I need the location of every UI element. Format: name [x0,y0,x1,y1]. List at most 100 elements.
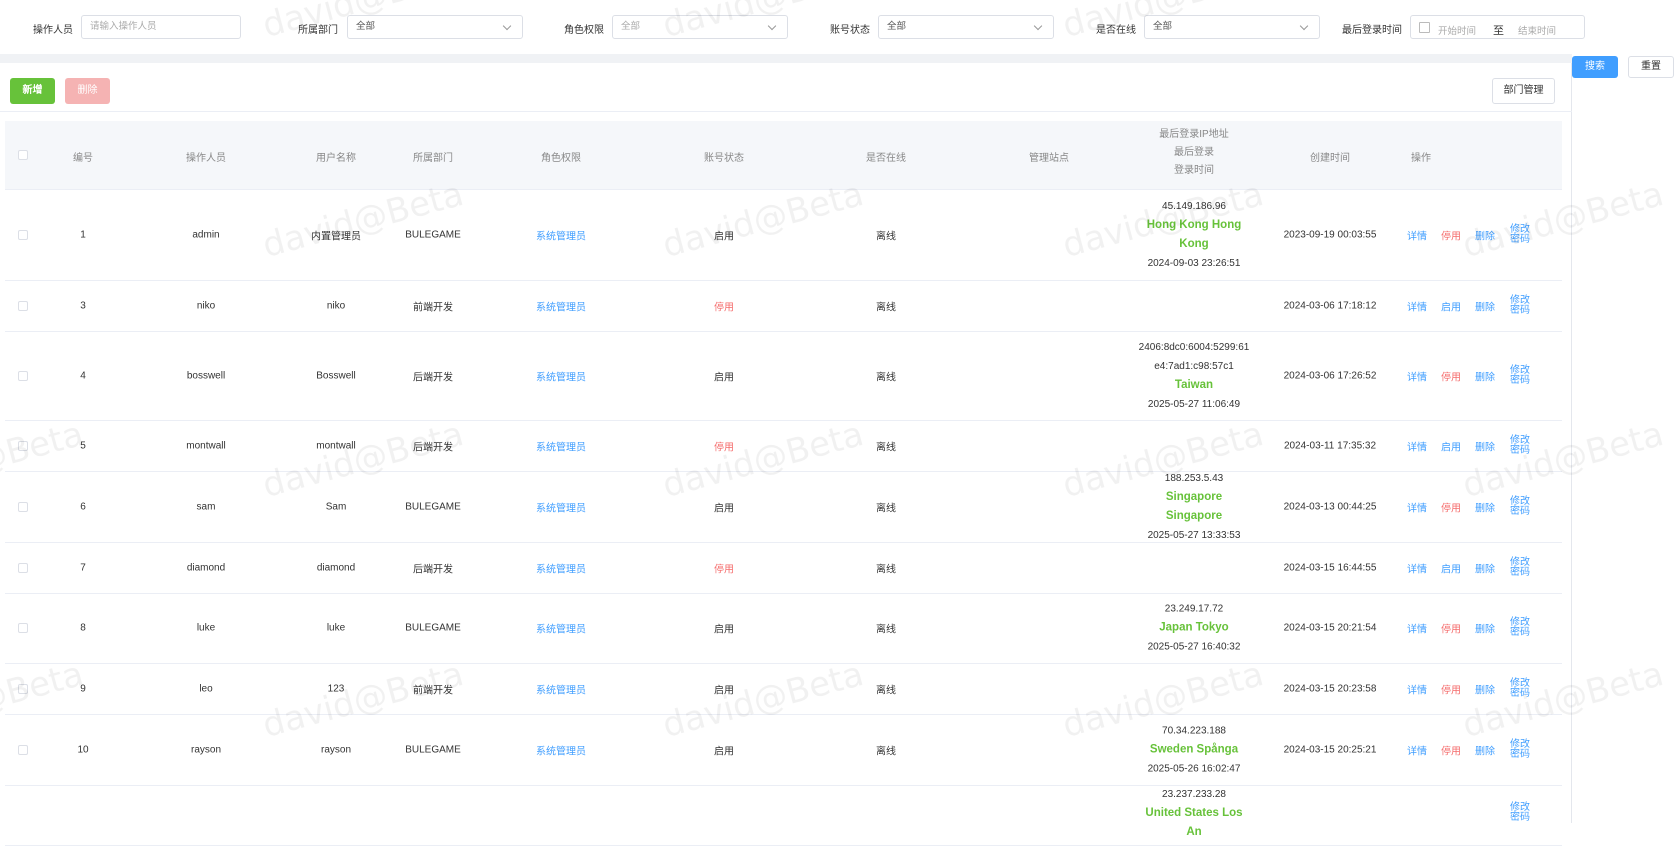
login-ip: 2406:8dc0:6004:5299:61 [1138,341,1250,353]
role-filter-label: 角色权限 [564,25,604,36]
cell-department: BULEGAME [405,501,461,512]
status-filter-label: 账号状态 [830,25,870,36]
cell-created: 2024-03-15 20:21:54 [1283,622,1377,634]
login-ip: 45.149.186.96 [1162,201,1226,212]
detail-link[interactable]: 详情 [1407,621,1427,636]
change-password-link[interactable]: 修改密码 [1510,365,1532,386]
change-password-link[interactable]: 修改密码 [1510,225,1532,245]
cell-role[interactable]: 系统管理员 [536,298,586,313]
last-login-date-range[interactable]: 开始时间 至 结束时间 [1410,15,1585,39]
row-checkbox[interactable] [18,501,28,512]
col-id: 编号 [73,153,93,164]
change-password-link[interactable]: 修改密码 [1510,557,1532,578]
cell-role[interactable]: 系统管理员 [536,742,586,757]
change-password-link[interactable]: 修改密码 [1510,739,1532,760]
delete-link[interactable]: 删除 [1475,742,1495,757]
delete-link[interactable]: 删除 [1475,298,1495,313]
change-password-link[interactable]: 修改密码 [1510,803,1532,823]
role-select[interactable]: 全部 [612,15,788,39]
login-location: Singapore Singapore [1165,490,1223,522]
cell-last-login: 23.237.233.28 United States Los An [1139,785,1249,842]
col-username: 用户名称 [316,153,356,164]
row-checkbox[interactable] [18,744,28,755]
detail-link[interactable]: 详情 [1407,298,1427,313]
cell-id: 8 [80,622,86,634]
cell-status: 启用 [714,624,734,636]
row-checkbox[interactable] [18,370,28,381]
delete-link[interactable]: 删除 [1475,438,1495,453]
department-select[interactable]: 全部 [347,15,523,39]
row-checkbox[interactable] [18,683,28,694]
login-location: Hong Kong Hong Kong [1146,219,1242,250]
cell-role[interactable]: 系统管理员 [536,621,586,636]
batch-delete-button[interactable]: 删除 [65,78,110,104]
cell-last-login: 23.249.17.72 Japan Tokyo 2025-05-27 16:40:… [1139,600,1249,657]
change-password-link[interactable]: 修改密码 [1510,618,1532,638]
start-date-input[interactable]: 开始时间 [1438,21,1476,43]
online-select[interactable]: 全部 [1144,15,1320,39]
row-checkbox[interactable] [18,230,28,240]
cell-created: 2024-03-06 17:26:52 [1283,370,1377,381]
login-ip: 70.34.223.188 [1162,725,1226,736]
col-status: 账号状态 [704,153,744,164]
delete-link[interactable]: 删除 [1475,681,1495,696]
department-manage-button[interactable]: 部门管理 [1492,78,1555,104]
end-date-input[interactable]: 结束时间 [1518,21,1556,43]
change-password-link[interactable]: 修改密码 [1510,496,1532,517]
row-checkbox[interactable] [18,440,28,451]
cell-role[interactable]: 系统管理员 [536,560,586,575]
cell-online: 离线 [876,442,896,453]
operator-search-input[interactable]: 请输入操作人员 [81,15,241,39]
cell-created: 2023-09-19 00:03:55 [1283,229,1377,241]
delete-link[interactable]: 删除 [1475,228,1495,243]
row-checkbox[interactable] [18,623,28,633]
detail-link[interactable]: 详情 [1407,499,1427,514]
cell-role[interactable]: 系统管理员 [536,499,586,514]
cell-role[interactable]: 系统管理员 [536,368,586,383]
cell-online: 离线 [876,302,896,313]
enable-link[interactable]: 启用 [1441,438,1461,453]
reset-button[interactable]: 重置 [1628,56,1674,78]
detail-link[interactable]: 详情 [1407,438,1427,453]
disable-link[interactable]: 停用 [1441,499,1461,514]
table-row: 6 sam Sam BULEGAME 系统管理员 启用 离线 2024-03-13 00:44… [5,471,1562,543]
detail-link[interactable]: 详情 [1407,560,1427,575]
detail-link[interactable]: 详情 [1407,228,1427,243]
cell-online: 离线 [876,624,896,636]
cell-id: 3 [80,300,86,311]
enable-link[interactable]: 启用 [1441,560,1461,575]
delete-link[interactable]: 删除 [1475,499,1495,514]
cell-role[interactable]: 系统管理员 [536,438,586,453]
row-checkbox[interactable] [18,300,28,311]
detail-link[interactable]: 详情 [1407,681,1427,696]
delete-link[interactable]: 删除 [1475,368,1495,383]
row-checkbox[interactable] [18,562,28,573]
cell-department: BULEGAME [405,622,461,634]
disable-link[interactable]: 停用 [1441,368,1461,383]
change-password-link[interactable]: 修改密码 [1510,678,1532,699]
select-all-checkbox[interactable] [18,150,28,160]
cell-role[interactable]: 系统管理员 [536,681,586,696]
disable-link[interactable]: 停用 [1441,681,1461,696]
login-location: Sweden Spånga [1149,743,1239,755]
disable-link[interactable]: 停用 [1441,742,1461,757]
detail-link[interactable]: 详情 [1407,368,1427,383]
change-password-link[interactable]: 修改密码 [1510,435,1532,456]
delete-link[interactable]: 删除 [1475,621,1495,636]
cell-id: 10 [77,744,89,755]
enable-link[interactable]: 启用 [1441,298,1461,313]
search-button[interactable]: 搜索 [1572,56,1618,78]
delete-link[interactable]: 删除 [1475,560,1495,575]
cell-department: BULEGAME [405,744,461,755]
calendar-icon [1419,22,1430,33]
col-online: 是否在线 [866,153,906,164]
status-select[interactable]: 全部 [878,15,1054,39]
change-password-link[interactable]: 修改密码 [1510,295,1532,316]
cell-role[interactable]: 系统管理员 [536,228,586,243]
table-row: 10 rayson rayson BULEGAME 系统管理员 启用 离线 2024-03-1… [5,714,1562,786]
disable-link[interactable]: 停用 [1441,621,1461,636]
add-button[interactable]: 新增 [10,78,55,104]
disable-link[interactable]: 停用 [1441,228,1461,243]
detail-link[interactable]: 详情 [1407,742,1427,757]
cell-operator: rayson [190,744,222,755]
